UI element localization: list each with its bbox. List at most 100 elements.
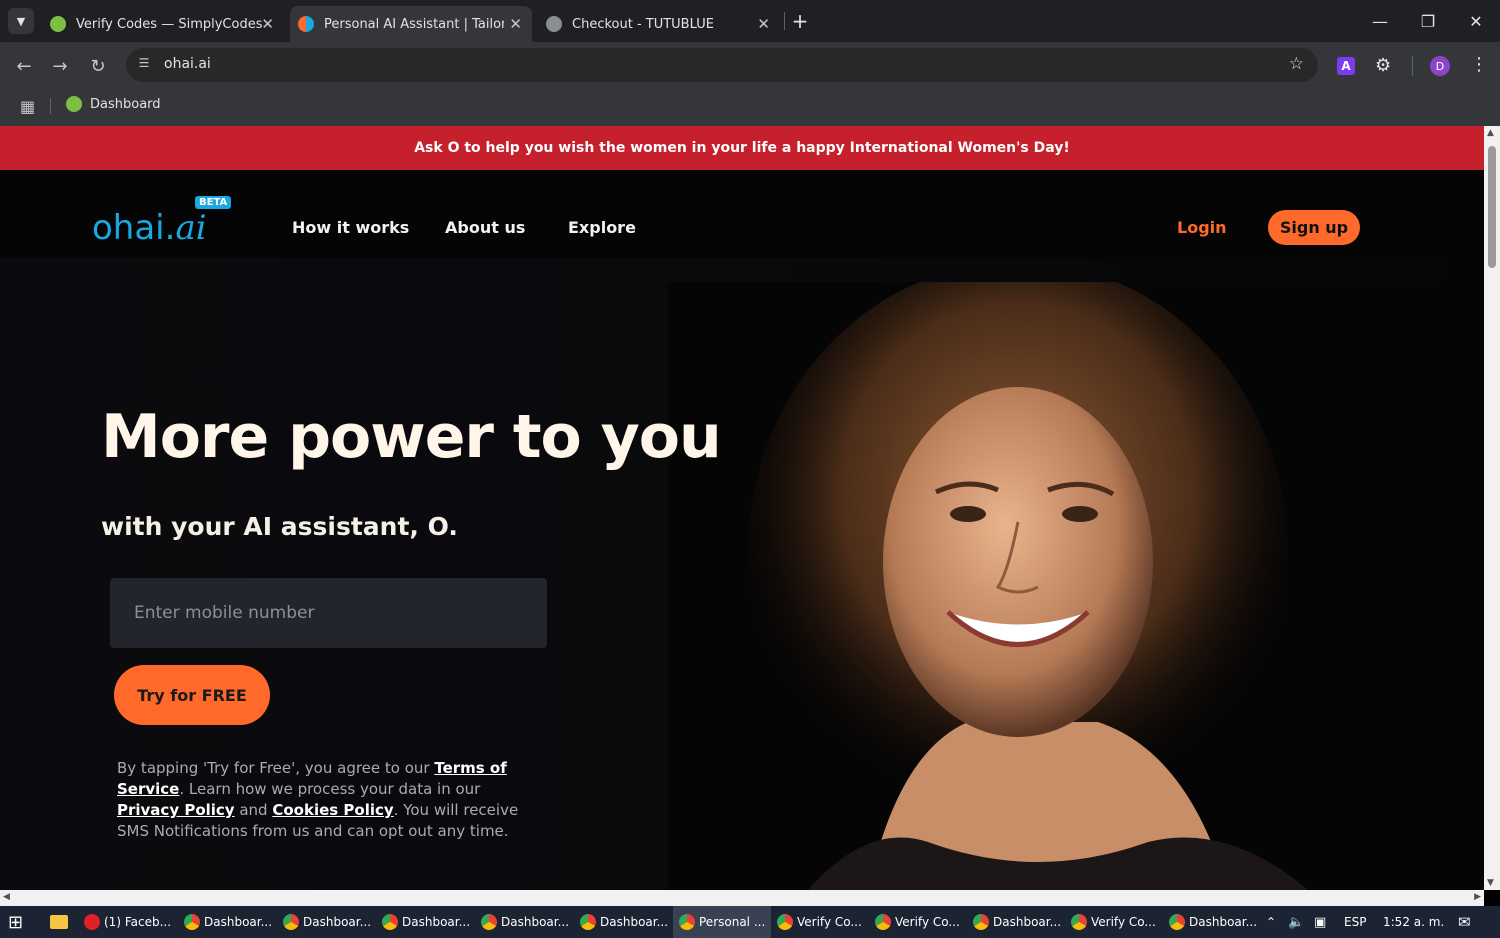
tab-checkout-tutublue[interactable]: Checkout - TUTUBLUE ✕ — [538, 6, 780, 42]
tab-title: Personal AI Assistant | Tailored f — [324, 16, 504, 32]
language-indicator[interactable]: ESP — [1344, 906, 1366, 938]
browser-toolbar: ← → ↻ ☰ ohai.ai ☆ A ⚙ D ⋮ — [0, 42, 1500, 88]
forward-button[interactable]: → — [48, 54, 72, 78]
chrome-icon — [679, 914, 695, 930]
taskbar-label: Dashboar... — [303, 915, 372, 929]
chevron-up-icon[interactable]: ⌃ — [1266, 906, 1276, 938]
taskbar-label: Verify Co... — [797, 915, 862, 929]
arrow-left-icon: ← — [16, 55, 32, 77]
address-bar[interactable]: ☰ ohai.ai ☆ — [126, 48, 1318, 82]
new-tab-button[interactable]: + — [780, 6, 820, 36]
legal-text: . Learn how we process your data in our — [179, 780, 481, 798]
bookmark-star-icon[interactable]: ☆ — [1289, 54, 1304, 74]
close-window-button[interactable]: ✕ — [1456, 6, 1496, 36]
close-tab-icon[interactable]: ✕ — [509, 15, 522, 33]
taskbar-item[interactable]: (1) Faceb... — [84, 906, 171, 938]
restore-icon: ❐ — [1420, 11, 1436, 31]
site-settings-icon[interactable]: ☰ — [136, 56, 152, 72]
chevron-down-icon: ▼ — [16, 14, 26, 28]
logo-ai-text: ai — [175, 208, 207, 248]
taskbar-label: Dashboar... — [1189, 915, 1258, 929]
extensions-puzzle-icon[interactable]: ⚙ — [1375, 55, 1391, 76]
vertical-scrollbar[interactable]: ▲ ▼ — [1484, 126, 1500, 890]
simplycodes-favicon-icon — [50, 16, 66, 32]
logo-text: ohai. — [92, 208, 176, 248]
taskbar-item[interactable]: Dashboar... — [580, 906, 668, 938]
hero-headline: More power to you — [101, 402, 722, 472]
beta-badge: BETA — [195, 196, 232, 209]
toolbar-divider — [1412, 56, 1413, 76]
webpage: Ask O to help you wish the women in your… — [0, 126, 1484, 890]
taskbar-label: Dashboar... — [600, 915, 669, 929]
taskbar-item[interactable]: Dashboar... — [973, 906, 1061, 938]
clock[interactable]: 1:52 a. m. — [1383, 906, 1444, 938]
notifications-icon[interactable]: ✉ — [1458, 906, 1471, 938]
scroll-left-icon[interactable]: ◀ — [3, 892, 10, 902]
reload-button[interactable]: ↻ — [86, 54, 110, 78]
taskbar-item[interactable]: Verify Co... — [875, 906, 960, 938]
taskbar-item[interactable]: Verify Co... — [777, 906, 862, 938]
bookmark-dashboard[interactable]: Dashboard — [66, 96, 161, 112]
scroll-right-icon[interactable]: ▶ — [1474, 892, 1481, 902]
apps-grid-icon[interactable]: ▦ — [20, 97, 35, 116]
signup-button[interactable]: Sign up — [1268, 210, 1360, 245]
privacy-policy-link[interactable]: Privacy Policy — [117, 801, 235, 819]
close-tab-icon[interactable]: ✕ — [757, 15, 770, 33]
hero-subheadline: with your AI assistant, O. — [101, 512, 458, 541]
taskbar-item[interactable]: Verify Co... — [1071, 906, 1156, 938]
taskbar-item[interactable]: Dashboar... — [283, 906, 371, 938]
tab-search-button[interactable]: ▼ — [8, 8, 34, 34]
close-tab-icon[interactable]: ✕ — [261, 15, 274, 33]
site-header: ohai.ai BETA How it works About us Explo… — [0, 170, 1484, 258]
back-button[interactable]: ← — [12, 54, 36, 78]
taskbar-label: Verify Co... — [1091, 915, 1156, 929]
minimize-button[interactable]: — — [1360, 6, 1400, 36]
taskbar-label: Dashboar... — [402, 915, 471, 929]
banner-text: Ask O to help you wish the women in your… — [414, 140, 1070, 156]
globe-icon — [546, 16, 562, 32]
taskbar-item[interactable]: Dashboar... — [1169, 906, 1257, 938]
login-link[interactable]: Login — [1177, 218, 1227, 237]
scroll-down-icon[interactable]: ▼ — [1487, 878, 1494, 888]
tab-title: Checkout - TUTUBLUE — [572, 16, 714, 32]
scroll-up-icon[interactable]: ▲ — [1487, 128, 1494, 138]
mobile-number-input[interactable] — [110, 578, 547, 648]
extension-a-icon[interactable]: A — [1337, 57, 1355, 75]
windows-start-icon[interactable]: ⊞ — [8, 906, 23, 938]
volume-icon[interactable]: 🔈 — [1288, 906, 1304, 938]
url-text[interactable]: ohai.ai — [164, 56, 211, 72]
taskbar-label: Personal ... — [699, 915, 766, 929]
cookies-policy-link[interactable]: Cookies Policy — [272, 801, 393, 819]
legal-text: By tapping 'Try for Free', you agree to … — [117, 759, 435, 777]
taskbar-label: Dashboar... — [993, 915, 1062, 929]
nav-explore[interactable]: Explore — [568, 218, 636, 237]
profile-avatar[interactable]: D — [1430, 56, 1450, 76]
ohai-logo[interactable]: ohai.ai — [92, 208, 207, 248]
network-icon[interactable]: ▣ — [1314, 906, 1326, 938]
taskbar-label: Dashboar... — [204, 915, 273, 929]
file-explorer-icon[interactable] — [50, 906, 68, 938]
more-menu-icon[interactable]: ⋮ — [1470, 54, 1488, 75]
tab-personal-ai-assistant[interactable]: Personal AI Assistant | Tailored f ✕ — [290, 6, 532, 42]
bookmarks-bar: ▦ Dashboard — [0, 88, 1500, 126]
close-icon: ✕ — [1469, 11, 1483, 31]
chrome-icon — [184, 914, 200, 930]
try-for-free-button[interactable]: Try for FREE — [114, 665, 270, 725]
bookmark-divider — [50, 98, 51, 114]
legal-text: and — [234, 801, 273, 819]
dashboard-favicon-icon — [66, 96, 82, 112]
taskbar-item[interactable]: Personal ... — [673, 906, 772, 938]
taskbar-label: Dashboar... — [501, 915, 570, 929]
taskbar-item[interactable]: Dashboar... — [184, 906, 272, 938]
scrollbar-thumb[interactable] — [1488, 146, 1496, 268]
taskbar-item[interactable]: Dashboar... — [481, 906, 569, 938]
restore-button[interactable]: ❐ — [1408, 6, 1448, 36]
bookmark-label: Dashboard — [90, 96, 161, 112]
horizontal-scrollbar[interactable]: ◀ ▶ — [0, 890, 1484, 906]
announcement-banner[interactable]: Ask O to help you wish the women in your… — [0, 126, 1484, 170]
nav-how-it-works[interactable]: How it works — [292, 218, 409, 237]
nav-about-us[interactable]: About us — [445, 218, 525, 237]
taskbar-item[interactable]: Dashboar... — [382, 906, 470, 938]
tab-verify-codes[interactable]: Verify Codes — SimplyCodes ✕ — [42, 6, 284, 42]
minimize-icon: — — [1372, 11, 1388, 31]
